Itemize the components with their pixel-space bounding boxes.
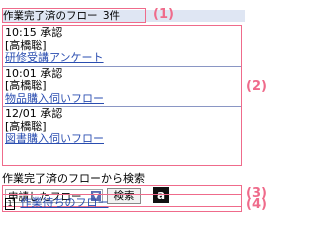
item-time: 12/01 承認 bbox=[5, 107, 63, 120]
flow-link[interactable]: 研修受講アンケート bbox=[5, 51, 104, 64]
search-title: 作業完了済のフローから検索 bbox=[2, 172, 145, 185]
completed-flow-list: 10:15 承認 [高橋聡] 研修受講アンケート 10:01 承認 [高橋聡] … bbox=[2, 25, 242, 166]
item-number: 1 bbox=[5, 198, 15, 210]
list-item: 10:15 承認 [高橋聡] 研修受講アンケート bbox=[3, 26, 241, 67]
callout-2: (2) bbox=[246, 79, 267, 94]
flow-link[interactable]: 図書購入伺いフロー bbox=[5, 132, 104, 145]
list-item: 12/01 承認 [高橋聡] 図書購入伺いフロー bbox=[3, 107, 241, 147]
callout-4: (4) bbox=[246, 197, 267, 212]
waiting-flow-link[interactable]: 作業待ちのフロー bbox=[21, 196, 109, 209]
callout-box-1 bbox=[2, 8, 146, 23]
waiting-flow-row: 1 作業待ちのフロー bbox=[2, 194, 242, 212]
list-item: 10:01 承認 [高橋聡] 物品購入伺いフロー bbox=[3, 67, 241, 107]
item-time: 10:15 承認 bbox=[5, 26, 63, 39]
callout-1: (1) bbox=[153, 7, 174, 22]
flow-link[interactable]: 物品購入伺いフロー bbox=[5, 92, 104, 105]
